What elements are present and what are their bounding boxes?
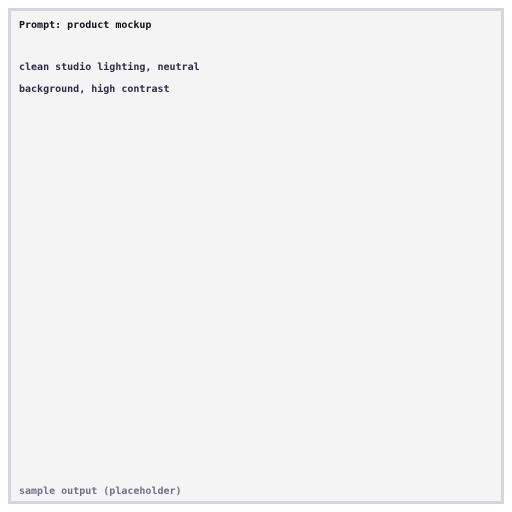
prompt-text-line: background, high contrast	[19, 84, 170, 95]
prompt-title: Prompt: product mockup	[19, 20, 152, 31]
placeholder-caption: sample output (placeholder)	[19, 486, 182, 497]
prompt-text-line: clean studio lighting, neutral	[19, 62, 200, 73]
output-preview-frame: Prompt: product mockup clean studio ligh…	[8, 8, 504, 504]
